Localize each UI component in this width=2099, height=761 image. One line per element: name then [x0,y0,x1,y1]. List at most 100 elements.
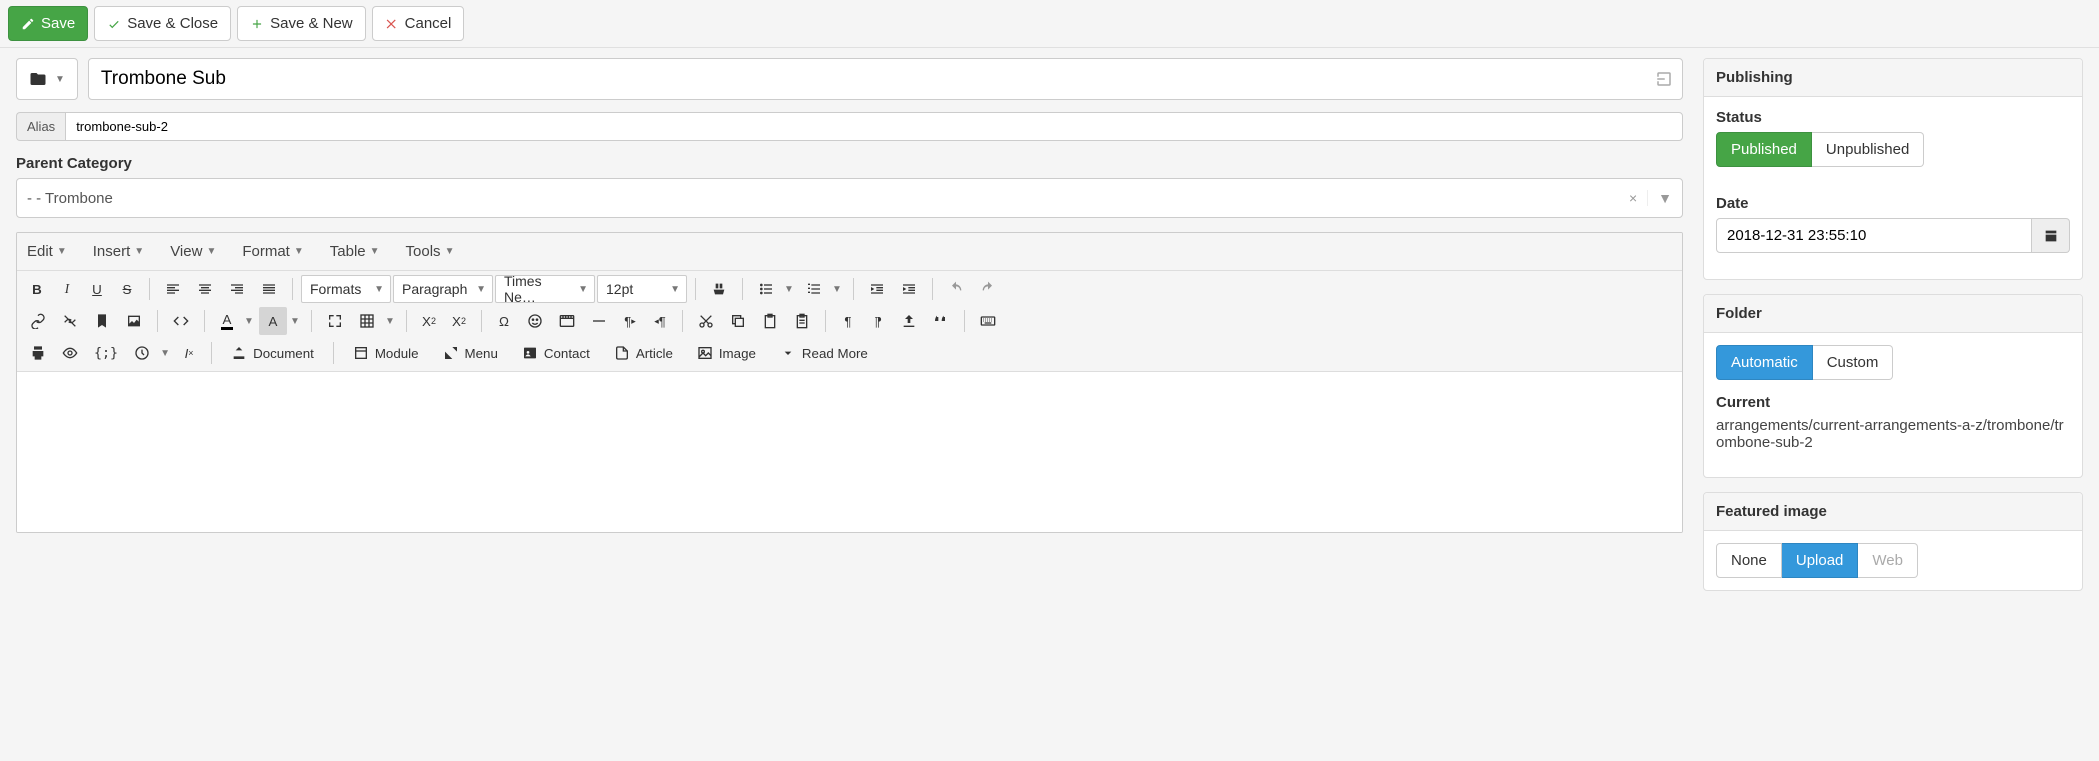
parent-selected: - - Trombone [27,190,1619,207]
formats-select[interactable]: Formats▼ [301,275,391,303]
block-select[interactable]: Paragraph▼ [393,275,493,303]
datetime-button[interactable] [127,339,157,367]
bullet-list-button[interactable] [751,275,781,303]
status-published[interactable]: Published [1716,132,1812,167]
cancel-button[interactable]: Cancel [372,6,465,41]
font-family-select[interactable]: Times Ne…▼ [495,275,595,303]
versions-icon[interactable] [1655,70,1673,88]
featured-panel: Featured image None Upload Web [1703,492,2083,591]
alias-input[interactable] [65,112,1683,141]
outdent-button[interactable] [862,275,892,303]
keyboard-button[interactable] [973,307,1003,335]
rtl-button[interactable]: ◂¶ [646,307,674,335]
status-unpublished[interactable]: Unpublished [1812,132,1924,167]
menu-table[interactable]: Table▼ [326,237,384,266]
category-picker-button[interactable]: ▼ [16,58,78,100]
date-input[interactable] [1716,218,2032,253]
indent-button[interactable] [894,275,924,303]
print-button[interactable] [23,339,53,367]
pencil-icon [21,17,35,31]
hr-button[interactable] [584,307,614,335]
featured-upload[interactable]: Upload [1782,543,1859,578]
align-center-button[interactable] [190,275,220,303]
align-justify-button[interactable] [254,275,284,303]
numbered-list-menu[interactable]: ▼ [829,275,845,303]
folder-custom[interactable]: Custom [1813,345,1894,380]
insert-menu-button[interactable]: Menu [432,339,509,367]
text-color-menu[interactable]: ▼ [241,307,257,335]
caret-down-icon: ▼ [55,74,65,85]
save-button[interactable]: Save [8,6,88,41]
image-button[interactable] [119,307,149,335]
current-path: arrangements/current-arrangements-a-z/tr… [1716,417,2070,451]
save-close-button[interactable]: Save & Close [94,6,231,41]
italic-button[interactable]: I [53,275,81,303]
menu-format[interactable]: Format▼ [238,237,307,266]
insert-module-button[interactable]: Module [342,339,430,367]
bg-color-button[interactable]: A [259,307,287,335]
title-input[interactable] [88,58,1683,100]
featured-toggle: None Upload Web [1716,543,1918,578]
blockquote-button[interactable] [926,307,956,335]
calendar-button[interactable] [2032,218,2070,253]
datetime-menu[interactable]: ▼ [157,339,173,367]
paste-button[interactable] [755,307,785,335]
numbered-list-button[interactable] [799,275,829,303]
show-para-button[interactable]: ¶ [834,307,862,335]
editor-content[interactable] [17,372,1682,532]
copy-button[interactable] [723,307,753,335]
insert-document-button[interactable]: Document [220,339,325,367]
menu-tools[interactable]: Tools▼ [402,237,459,266]
clear-icon[interactable]: × [1629,190,1637,206]
emoji-button[interactable] [520,307,550,335]
unlink-button[interactable] [55,307,85,335]
paste-text-button[interactable] [787,307,817,335]
cut-button[interactable] [691,307,721,335]
link-button[interactable] [23,307,53,335]
alias-label: Alias [16,112,65,141]
bold-button[interactable]: B [23,275,51,303]
subscript-button[interactable]: X2 [415,307,443,335]
bullet-list-menu[interactable]: ▼ [781,275,797,303]
menu-view[interactable]: View▼ [166,237,220,266]
insert-article-button[interactable]: Article [603,339,684,367]
bg-color-menu[interactable]: ▼ [287,307,303,335]
clear-format-button[interactable]: I× [175,339,203,367]
folder-icon [29,70,47,88]
table-menu[interactable]: ▼ [382,307,398,335]
folder-automatic[interactable]: Automatic [1716,345,1813,380]
find-replace-button[interactable] [704,275,734,303]
show-invis-button[interactable]: ¶ [864,307,892,335]
save-new-button[interactable]: Save & New [237,6,366,41]
code-button[interactable] [166,307,196,335]
bookmark-button[interactable] [87,307,117,335]
media-button[interactable] [552,307,582,335]
parent-category-select[interactable]: - - Trombone × ▼ [16,178,1683,218]
menu-edit[interactable]: Edit▼ [23,237,71,266]
insert-image-button[interactable]: Image [686,339,767,367]
font-size-select[interactable]: 12pt▼ [597,275,687,303]
table-button[interactable] [352,307,382,335]
caret-down-icon[interactable]: ▼ [1647,190,1672,206]
featured-none[interactable]: None [1716,543,1782,578]
preview-button[interactable] [55,339,85,367]
text-color-button[interactable]: A [213,307,241,335]
menu-insert[interactable]: Insert▼ [89,237,148,266]
featured-web[interactable]: Web [1858,543,1918,578]
insert-readmore-button[interactable]: Read More [769,339,879,367]
codesample-button[interactable]: {;} [87,339,125,367]
superscript-button[interactable]: X2 [445,307,473,335]
action-toolbar: Save Save & Close Save & New Cancel [0,0,2099,48]
align-right-button[interactable] [222,275,252,303]
insert-contact-button[interactable]: Contact [511,339,601,367]
underline-button[interactable]: U [83,275,111,303]
fullscreen-button[interactable] [320,307,350,335]
featured-heading: Featured image [1704,493,2082,531]
special-char-button[interactable]: Ω [490,307,518,335]
undo-button[interactable] [941,275,971,303]
strike-button[interactable]: S [113,275,141,303]
align-left-button[interactable] [158,275,188,303]
redo-button[interactable] [973,275,1003,303]
upload-button[interactable] [894,307,924,335]
ltr-button[interactable]: ¶▸ [616,307,644,335]
